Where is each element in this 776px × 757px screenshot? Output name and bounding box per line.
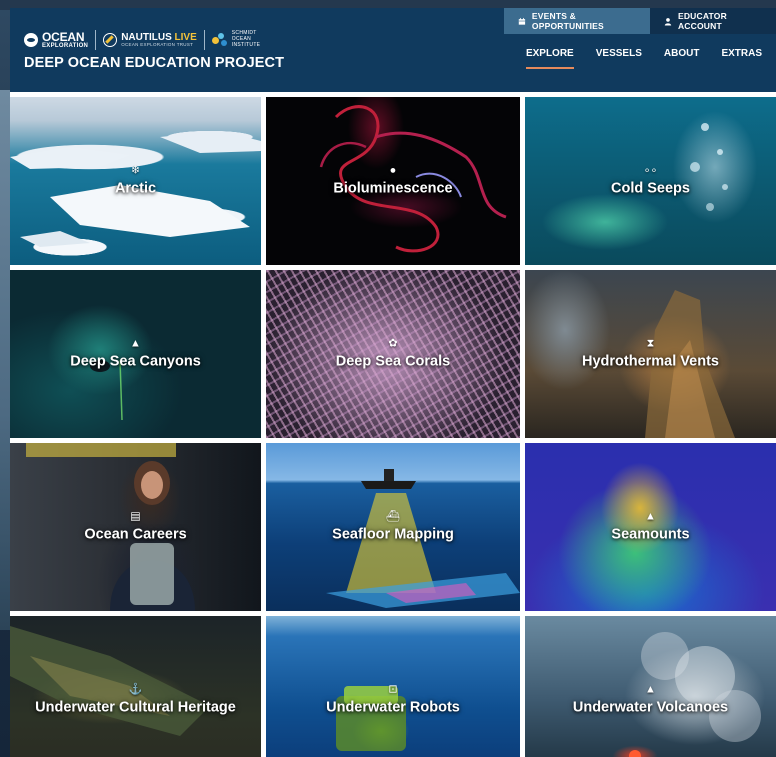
ship-icon: ⛴ — [386, 510, 400, 523]
tile-seafloor-mapping[interactable]: ⛴ Seafloor Mapping — [266, 443, 520, 611]
site-title[interactable]: DEEP OCEAN EDUCATION PROJECT — [24, 55, 284, 71]
logo-divider — [203, 30, 205, 50]
tile-seamounts[interactable]: ▲ Seamounts — [525, 443, 776, 611]
schmidt-ocean-logo[interactable]: SCHMIDT OCEAN INSTITUTE — [211, 31, 261, 48]
tile-arctic[interactable]: ❄ Arctic — [10, 97, 261, 265]
coral-icon: ✿ — [388, 337, 398, 350]
tile-label-deep-sea-corals: Deep Sea Corals — [335, 353, 451, 370]
logo-trust-text: OCEAN EXPLORATION TRUST — [121, 41, 194, 47]
tile-deep-sea-corals[interactable]: ✿ Deep Sea Corals — [266, 270, 520, 438]
logo-divider — [95, 30, 97, 50]
educator-account-button[interactable]: EDUCATOR ACCOUNT — [650, 8, 776, 34]
site-header: OCEAN EXPLORATION NAUTILUS LIVE OCEAN EX… — [10, 8, 776, 92]
partner-logos: OCEAN EXPLORATION NAUTILUS LIVE OCEAN EX… — [24, 29, 260, 51]
nautilus-live-logo[interactable]: NAUTILUS LIVE OCEAN EXPLORATION TRUST — [103, 32, 197, 48]
topic-grid: ❄ Arctic ● Bioluminescence ∘∘ Cold Seeps… — [10, 97, 776, 757]
events-opportunities-button[interactable]: EVENTS & OPPORTUNITIES — [504, 8, 650, 34]
nav-vessels[interactable]: VESSELS — [596, 48, 642, 69]
tile-label-bioluminescence: Bioluminescence — [333, 180, 453, 197]
main-nav: EXPLORE VESSELS ABOUT EXTRAS — [525, 48, 762, 69]
tile-label-underwater-volcanoes: Underwater Volcanoes — [572, 699, 729, 716]
mountains-icon: ▲ — [130, 337, 141, 350]
tile-ocean-careers[interactable]: ▤ Ocean Careers — [10, 443, 261, 611]
tile-hydrothermal-vents[interactable]: ⧗ Hydrothermal Vents — [525, 270, 776, 438]
tile-label-hydrothermal-vents: Hydrothermal Vents — [582, 353, 719, 370]
page: OCEAN EXPLORATION NAUTILUS LIVE OCEAN EX… — [0, 0, 776, 757]
logo-exploration-text: EXPLORATION — [42, 43, 89, 49]
schmidt-dots-icon — [211, 33, 228, 47]
tile-underwater-robots[interactable]: ⊡ Underwater Robots — [266, 616, 520, 757]
tile-underwater-volcanoes[interactable]: ▲ Underwater Volcanoes — [525, 616, 776, 757]
bubbles-icon: ∘∘ — [643, 164, 658, 177]
compass-icon — [103, 33, 118, 47]
logo-schmidt-line3: INSTITUTE — [231, 41, 261, 48]
tile-underwater-cultural-heritage[interactable]: ⚓ Underwater Cultural Heritage — [10, 616, 261, 757]
clipboard-icon: ▤ — [130, 510, 141, 523]
nav-extras[interactable]: EXTRAS — [721, 48, 762, 69]
robot-icon: ⊡ — [388, 683, 398, 696]
tile-deep-sea-canyons[interactable]: ▲ Deep Sea Canyons — [10, 270, 261, 438]
tile-label-deep-sea-canyons: Deep Sea Canyons — [70, 353, 201, 370]
anchor-icon: ⚓ — [128, 683, 143, 696]
events-opportunities-label: EVENTS & OPPORTUNITIES — [531, 11, 604, 31]
noaa-emblem-icon — [24, 33, 38, 47]
tile-label-ocean-careers: Ocean Careers — [84, 526, 187, 543]
mountain-icon: ▲ — [645, 510, 656, 523]
tile-label-arctic: Arctic — [114, 180, 157, 197]
tile-bioluminescence[interactable]: ● Bioluminescence — [266, 97, 520, 265]
nav-about[interactable]: ABOUT — [664, 48, 700, 69]
tile-label-seamounts: Seamounts — [611, 526, 690, 543]
hourglass-icon: ⧗ — [646, 337, 655, 350]
volcano-icon: ▲ — [645, 683, 656, 696]
nav-explore[interactable]: EXPLORE — [525, 48, 574, 69]
logo-ocean-text: OCEAN — [42, 30, 85, 44]
user-icon — [664, 17, 672, 25]
ocean-exploration-logo[interactable]: OCEAN EXPLORATION — [24, 31, 88, 49]
tile-label-underwater-cultural-heritage: Underwater Cultural Heritage — [35, 699, 236, 716]
tile-cold-seeps[interactable]: ∘∘ Cold Seeps — [525, 97, 776, 265]
lightbulb-icon: ● — [389, 164, 397, 177]
tile-label-underwater-robots: Underwater Robots — [326, 699, 460, 716]
educator-account-label: EDUCATOR ACCOUNT — [677, 11, 727, 31]
snowflake-icon: ❄ — [130, 164, 141, 177]
tile-label-cold-seeps: Cold Seeps — [611, 180, 690, 197]
top-utility-bar: EVENTS & OPPORTUNITIES EDUCATOR ACCOUNT — [504, 8, 776, 34]
tile-label-seafloor-mapping: Seafloor Mapping — [332, 526, 454, 543]
calendar-icon — [518, 17, 526, 25]
